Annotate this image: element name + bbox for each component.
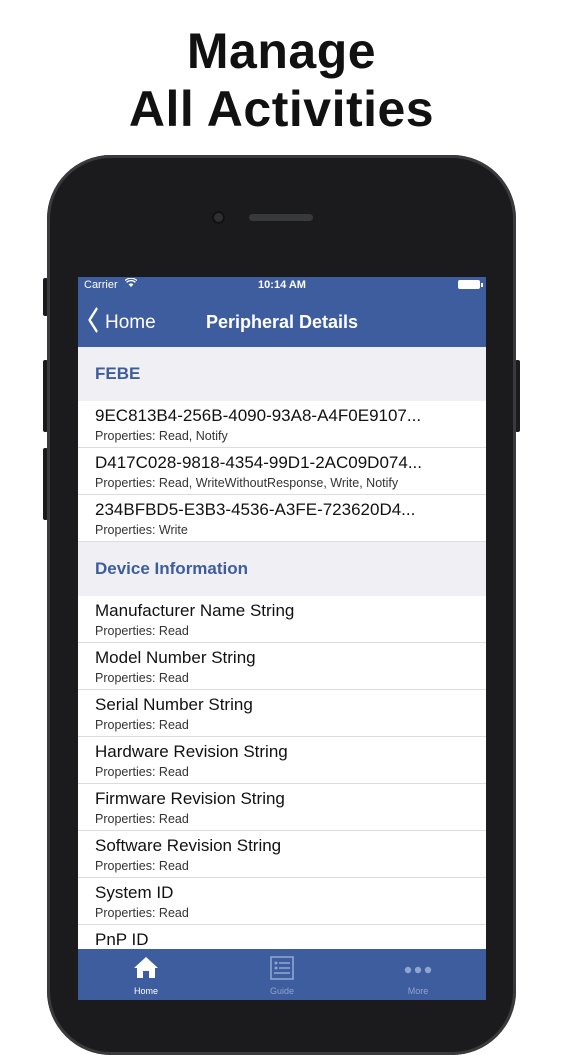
tab-label: Home: [133, 986, 158, 996]
guide-icon: [269, 955, 295, 986]
characteristic-name: Software Revision String: [95, 836, 282, 855]
front-camera: [212, 211, 225, 224]
home-icon: [133, 955, 159, 984]
headline-line-1: Manage: [186, 23, 377, 79]
list-item[interactable]: Serial Number String Properties: Read: [78, 690, 486, 737]
headline-line-2: All Activities: [128, 81, 435, 137]
status-bar: Carrier 10:14 AM: [78, 277, 486, 295]
characteristic-name: D417C028-9818-4354-99D1-2AC09D074...: [95, 453, 422, 472]
list-item[interactable]: System ID Properties: Read: [78, 878, 486, 925]
characteristic-properties: Properties: Read: [95, 671, 189, 685]
characteristic-name: Firmware Revision String: [95, 789, 285, 808]
list-item[interactable]: D417C028-9818-4354-99D1-2AC09D074... Pro…: [78, 448, 486, 495]
characteristic-name: Model Number String: [95, 648, 256, 667]
list-item[interactable]: Firmware Revision String Properties: Rea…: [78, 784, 486, 831]
tab-label: More: [407, 986, 429, 996]
characteristic-name: Manufacturer Name String: [95, 601, 295, 620]
characteristic-properties: Properties: Read: [95, 812, 189, 826]
earpiece-speaker: [249, 214, 313, 221]
list-item[interactable]: Software Revision String Properties: Rea…: [78, 831, 486, 878]
characteristic-name: 9EC813B4-256B-4090-93A8-A4F0E9107...: [95, 406, 422, 425]
tab-home[interactable]: Home: [78, 949, 214, 1000]
page-title: Peripheral Details: [205, 312, 359, 332]
characteristic-name: 234BFBD5-E3B3-4536-A3FE-723620D4...: [95, 500, 416, 519]
characteristic-properties: Properties: Read: [95, 906, 189, 920]
status-time: 10:14 AM: [258, 279, 306, 291]
characteristic-name: Hardware Revision String: [95, 742, 288, 761]
characteristic-properties: Properties: Read: [95, 624, 189, 638]
more-icon: [404, 961, 432, 979]
characteristic-properties: Properties: Read: [95, 765, 189, 779]
characteristic-name: PnP ID: [95, 930, 149, 949]
tab-label: Guide: [269, 986, 295, 996]
characteristic-name: System ID: [95, 883, 174, 902]
navigation-bar: Carrier 10:14 AM Home Peripheral Details: [78, 277, 486, 347]
tab-more[interactable]: More: [350, 949, 486, 1000]
characteristic-properties: Properties: Read: [95, 859, 189, 873]
characteristic-properties: Properties: Read, Notify: [95, 429, 228, 443]
section-header-febe: FEBE: [78, 347, 486, 401]
phone-screen: Carrier 10:14 AM Home Peripheral Details…: [78, 277, 486, 1000]
section-header-device-information: Device Information: [78, 542, 486, 596]
tab-bar: Home Guide More: [78, 949, 486, 1000]
characteristic-name: Serial Number String: [95, 695, 253, 714]
battery-icon: [458, 280, 483, 289]
characteristic-properties: Properties: Read: [95, 718, 189, 732]
characteristic-properties: Properties: Read, WriteWithoutResponse, …: [95, 476, 399, 490]
list-item[interactable]: Hardware Revision String Properties: Rea…: [78, 737, 486, 784]
list-item[interactable]: 234BFBD5-E3B3-4536-A3FE-723620D4... Prop…: [78, 495, 486, 542]
list-item[interactable]: Manufacturer Name String Properties: Rea…: [78, 596, 486, 643]
tab-guide[interactable]: Guide: [214, 949, 350, 1000]
list-item[interactable]: Model Number String Properties: Read: [78, 643, 486, 690]
list-item[interactable]: 9EC813B4-256B-4090-93A8-A4F0E9107... Pro…: [78, 401, 486, 448]
characteristic-properties: Properties: Write: [95, 523, 188, 537]
characteristics-list: FEBE 9EC813B4-256B-4090-93A8-A4F0E9107..…: [78, 347, 486, 972]
headline: Manage All Activities: [0, 22, 563, 138]
